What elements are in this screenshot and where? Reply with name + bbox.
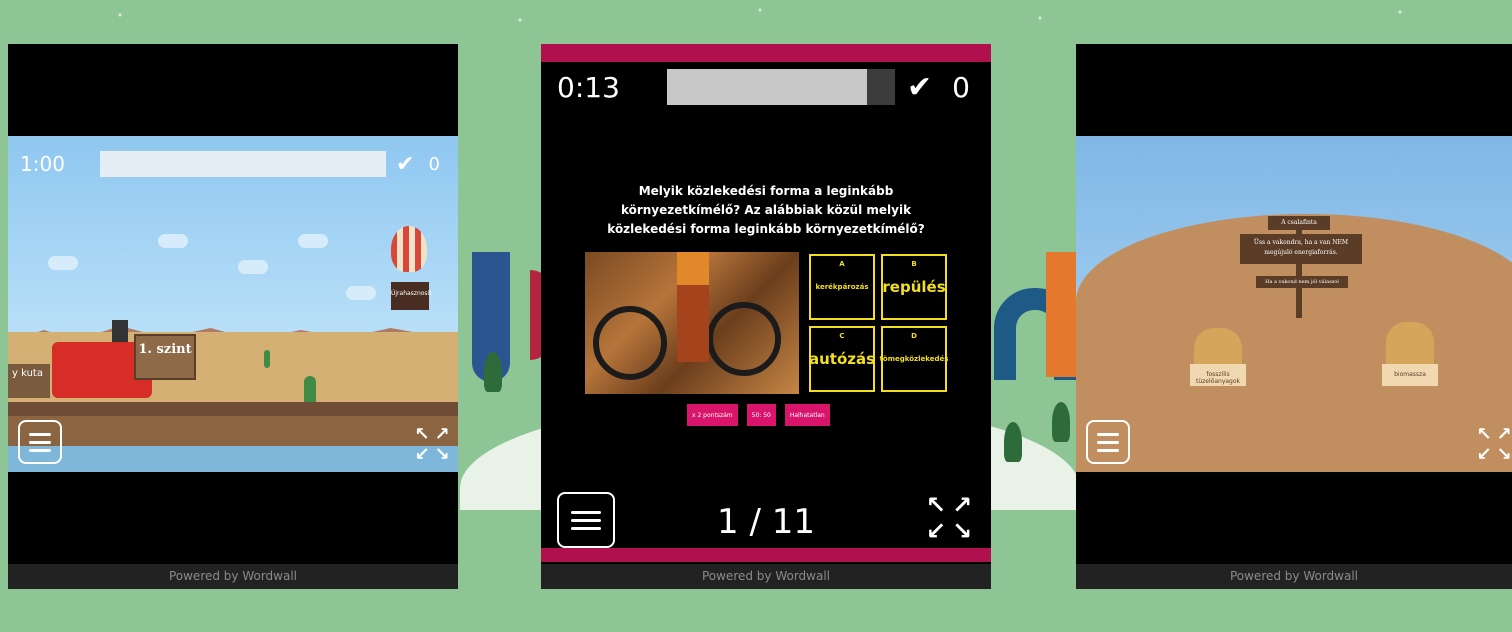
check-icon: ✔ bbox=[396, 151, 415, 177]
cloud-icon bbox=[346, 286, 376, 300]
menu-button[interactable] bbox=[1086, 420, 1130, 464]
check-icon: ✔ bbox=[907, 69, 933, 105]
answer-letter: B bbox=[911, 260, 917, 268]
time-progress-remaining bbox=[867, 69, 895, 105]
time-progress-bar bbox=[100, 151, 386, 177]
menu-icon-line bbox=[29, 448, 51, 452]
game-panel-middle[interactable]: 0:13 ✔ 0 Melyik közlekedési forma a legi… bbox=[541, 44, 991, 589]
answer-a[interactable]: A kerékpározás bbox=[809, 254, 875, 320]
fullscreen-icon[interactable]: ↖ ↗ ↙ ↘ bbox=[923, 492, 975, 544]
whack-a-mole-game-area[interactable]: A csalafinta Üss a vakondra, ha a van NE… bbox=[1076, 136, 1512, 472]
answer-text: tömegközlekedés bbox=[879, 355, 949, 363]
powerup-immortal[interactable]: Halhatatlan bbox=[784, 404, 830, 426]
powered-by-footer[interactable]: Powered by Wordwall bbox=[1076, 564, 1512, 589]
powerup-bar: x 2 pontszám 50: 50 Halhatatlan bbox=[687, 404, 830, 426]
answer-letter: D bbox=[911, 332, 917, 340]
sign-instruction: Üss a vakondra, ha a van NEM megújuló en… bbox=[1240, 234, 1362, 264]
menu-icon-line bbox=[1097, 432, 1119, 436]
bicycle-wheel bbox=[593, 306, 667, 380]
answer-letter: A bbox=[839, 260, 845, 268]
game-topbar: 1:00 ✔ 0 bbox=[8, 136, 458, 192]
answer-c[interactable]: C autózás bbox=[809, 326, 875, 392]
time-progress-bar bbox=[667, 69, 867, 105]
timer: 0:13 bbox=[557, 70, 620, 104]
answer-text: autózás bbox=[808, 350, 876, 368]
signpost-pole bbox=[1296, 218, 1302, 318]
ground-strip bbox=[8, 416, 458, 446]
score: 0 bbox=[952, 70, 970, 104]
railway-track bbox=[8, 402, 458, 416]
water-strip bbox=[8, 446, 458, 472]
answer-grid: A kerékpározás B repülés C autózás D töm… bbox=[809, 254, 949, 392]
sign-title: A csalafinta bbox=[1268, 216, 1330, 230]
timer: 1:00 bbox=[20, 152, 65, 176]
powerup-double-score[interactable]: x 2 pontszám bbox=[687, 404, 738, 426]
top-accent-bar bbox=[541, 44, 991, 62]
question-text: Melyik közlekedési forma a leginkább kör… bbox=[607, 184, 925, 236]
tree-icon bbox=[1052, 402, 1070, 442]
fullscreen-icon[interactable]: ↖ ↗ ↙ ↘ bbox=[412, 426, 452, 466]
mole-label-right[interactable]: biomassza bbox=[1382, 364, 1438, 386]
bicycle-wheel bbox=[707, 302, 781, 376]
sign-subtitle: Ha a vakond nem jól válaszol bbox=[1256, 276, 1348, 288]
powerup-fifty-fifty[interactable]: 50: 50 bbox=[746, 404, 776, 426]
menu-icon-line bbox=[29, 440, 51, 444]
game-panel-left[interactable]: 1:00 ✔ 0 y kuta 1. szint Újrahasznosít ↖… bbox=[8, 44, 458, 589]
tree-icon bbox=[1004, 422, 1022, 462]
balloon-label[interactable]: Újrahasznosít bbox=[391, 282, 432, 310]
cloud-icon bbox=[48, 256, 78, 270]
powered-by-footer[interactable]: Powered by Wordwall bbox=[8, 564, 458, 589]
answer-letter: C bbox=[839, 332, 845, 340]
question-image bbox=[585, 252, 799, 394]
cactus-icon bbox=[264, 350, 270, 368]
cloud-icon bbox=[238, 260, 268, 274]
menu-icon-line bbox=[1097, 440, 1119, 444]
wagon-label: y kuta bbox=[12, 368, 43, 379]
answer-text: repülés bbox=[882, 278, 946, 296]
menu-icon-line bbox=[29, 432, 51, 436]
tree-icon bbox=[484, 352, 502, 392]
menu-icon-line bbox=[1097, 448, 1119, 452]
menu-button[interactable] bbox=[18, 420, 62, 464]
cloud-icon bbox=[298, 234, 328, 248]
answer-text: kerékpározás bbox=[815, 283, 869, 291]
train-game-area[interactable]: 1:00 ✔ 0 y kuta 1. szint Újrahasznosít ↖… bbox=[8, 136, 458, 472]
answer-d[interactable]: D tömegközlekedés bbox=[879, 326, 949, 392]
decorative-orange-tower bbox=[1046, 252, 1076, 377]
quiz-topbar: 0:13 ✔ 0 bbox=[541, 62, 991, 112]
hot-air-balloon[interactable] bbox=[391, 226, 427, 272]
person-legs bbox=[677, 252, 709, 362]
level-sign: 1. szint bbox=[134, 334, 196, 380]
answer-b[interactable]: B repülés bbox=[881, 254, 947, 320]
mole-label-left[interactable]: fosszilis tüzelőanyagok bbox=[1190, 364, 1246, 386]
train-wagon[interactable]: y kuta bbox=[8, 364, 50, 398]
game-panel-right[interactable]: A csalafinta Üss a vakondra, ha a van NE… bbox=[1076, 44, 1512, 589]
score: 0 bbox=[428, 153, 440, 175]
bottom-accent-bar bbox=[541, 548, 991, 562]
powered-by-footer[interactable]: Powered by Wordwall bbox=[541, 564, 991, 589]
fullscreen-icon[interactable]: ↖ ↗ ↙ ↘ bbox=[1474, 426, 1512, 466]
cloud-icon bbox=[158, 234, 188, 248]
